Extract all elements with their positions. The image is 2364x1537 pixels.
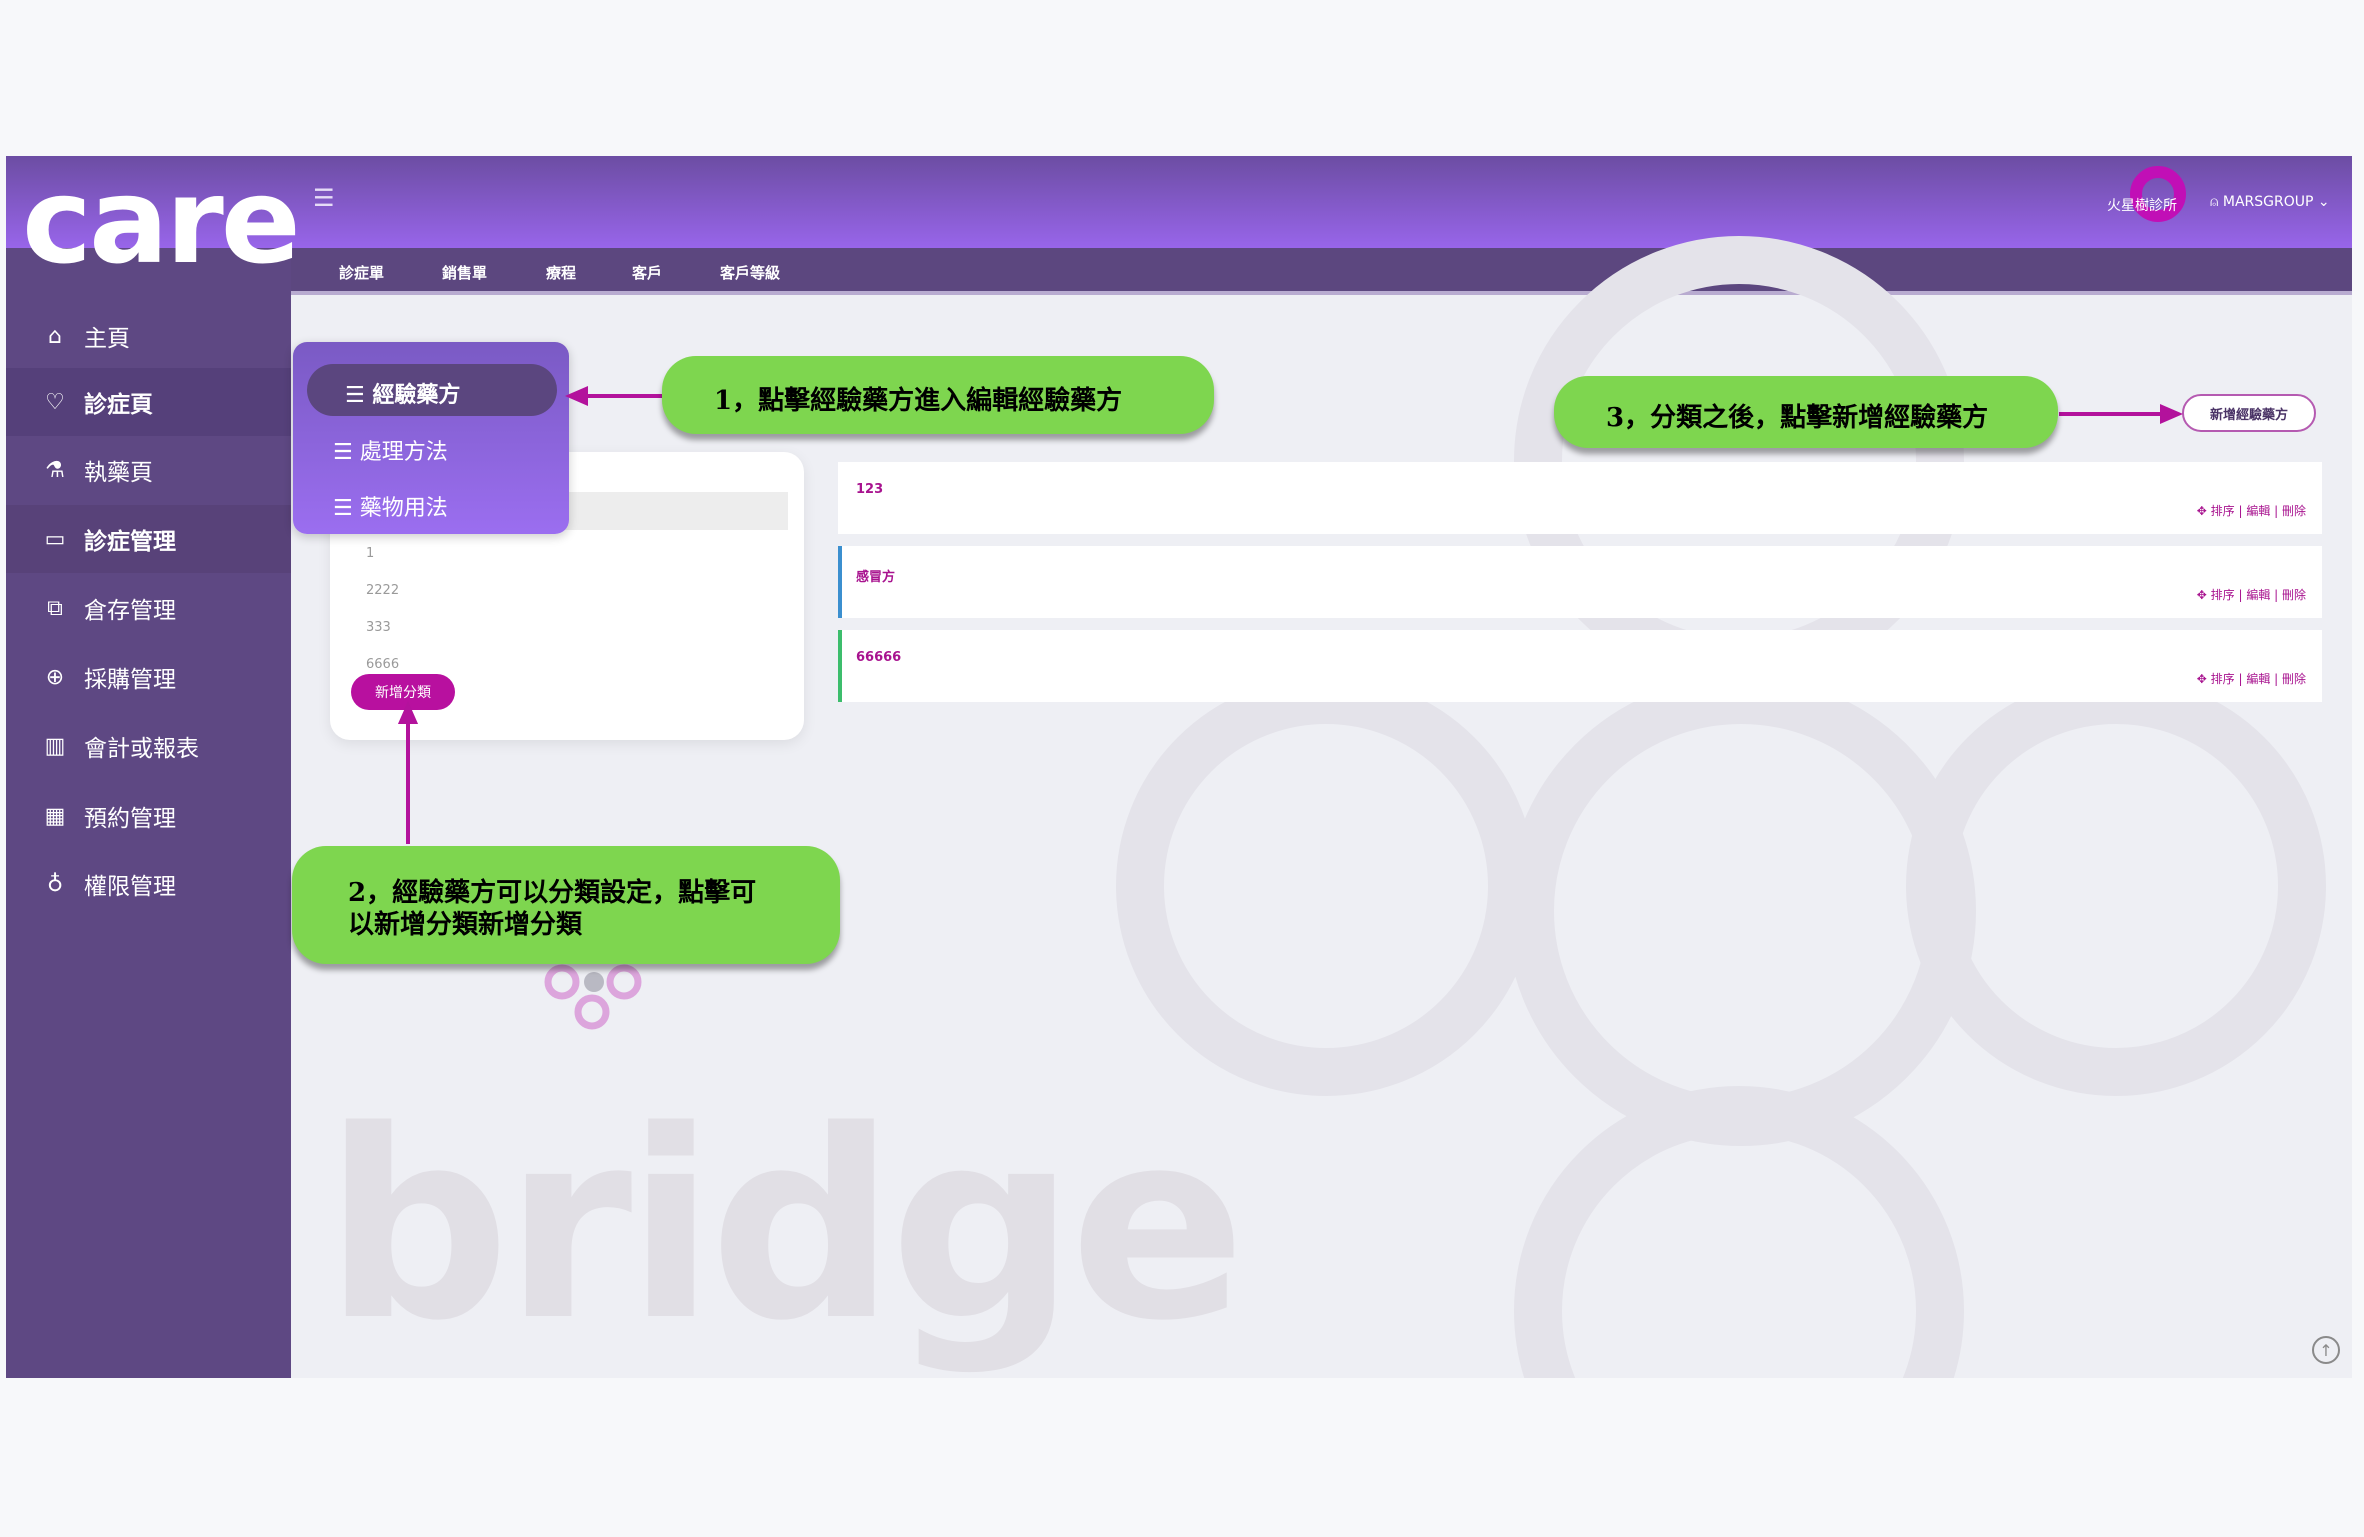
scroll-to-top-button[interactable]: ↑	[2312, 1336, 2340, 1364]
app-window: bridge care ⌂ 主頁 ♡ 診症頁 ⚗ 執藥頁 ▭ 診症管理 ⧉ 倉存…	[6, 156, 2352, 1378]
arrow-up-icon: ↑	[2319, 1340, 2333, 1360]
annotation-arrows	[397, 385, 2183, 1030]
callout-2: 2，經驗藥方可以分類設定，點擊可 以新增分類新增分類	[292, 846, 840, 964]
callout-3: 3，分類之後，點擊新增經驗藥方	[1554, 376, 2058, 448]
callout-1: 1，點擊經驗藥方進入編輯經驗藥方	[662, 356, 1214, 434]
